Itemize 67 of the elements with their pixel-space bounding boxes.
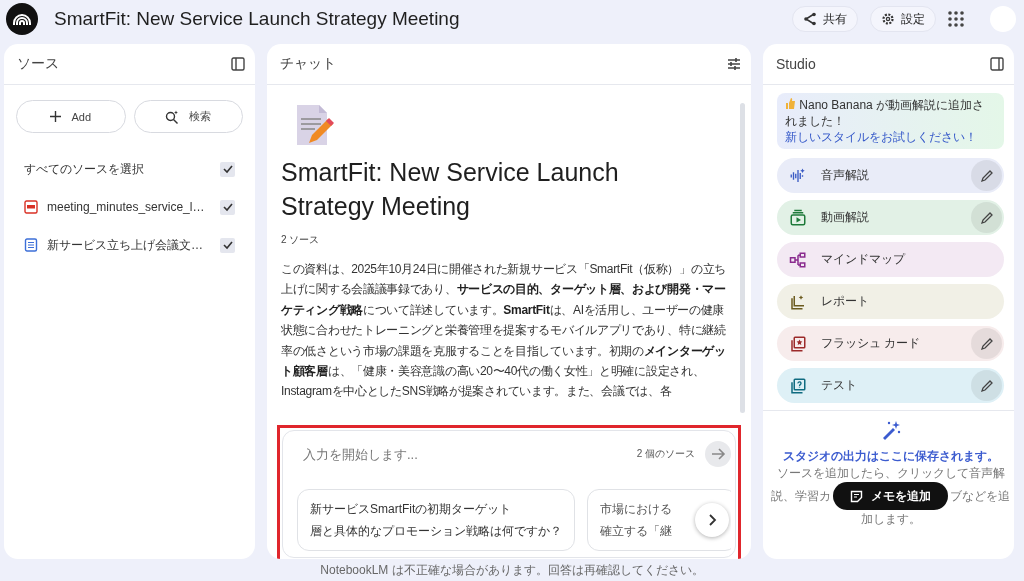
suggested-question[interactable]: 新サービスSmartFitの初期ターゲット 層と具体的なプロモーション戦略は何ですか？ <box>297 489 575 551</box>
summary-paragraph: この資料は、2025年10月24日に開催された新規サービス「SmartFit（仮称）」の立ち上げに関する会議議事録であり、サービスの目的、ターゲット層、および開発・マーケティング戦略について詳述しています。SmartFitは、AIを活用し、ユーザーの健康状態に合わせたトレーニングと栄養管理を提案するモバイルアプリであり、特に継続率の低さという市場の課題を克服することを目指しています。初期のメインターゲット顧客層は、「健康・美容意識の高い20〜40代の働く女性」と明確に設定され、Instagramを中心としたSNS戦略が提案されています。また、会議では、各 <box>281 261 727 401</box>
video-icon <box>789 208 807 227</box>
scrollbar-thumb[interactable] <box>740 103 745 413</box>
empty-state-text: 説、学習カ <box>771 489 831 504</box>
select-all-label: すべてのソースを選択 <box>24 160 145 178</box>
document-title: SmartFit: New Service Launch Strategy Meeting <box>281 157 620 222</box>
document-icon <box>24 238 38 252</box>
panel-title: チャット <box>280 55 336 73</box>
search-icon <box>165 109 180 124</box>
tune-icon[interactable] <box>727 57 741 71</box>
add-source-button[interactable]: Add <box>16 100 126 133</box>
add-note-button[interactable]: メモを追加 <box>833 482 948 510</box>
pencil-icon <box>979 210 994 225</box>
pdf-icon <box>24 200 38 214</box>
share-button[interactable]: 共有 <box>792 6 858 32</box>
studio-tool[interactable]: フラッシュ カード <box>777 326 1004 361</box>
studio-tool[interactable]: テスト <box>777 368 1004 403</box>
panel-title: ソース <box>17 55 59 73</box>
chat-input-field[interactable]: 入力を開始します... <box>297 442 627 466</box>
search-sources-button[interactable]: 検索 <box>133 100 243 133</box>
note-icon <box>850 489 863 503</box>
share-icon <box>803 12 817 26</box>
studio-tool[interactable]: 音声解説 <box>777 158 1004 193</box>
source-name[interactable]: 新サービス立ち上げ会議文… <box>47 236 211 254</box>
try-styles-link[interactable]: 新しいスタイルをお試しください！ <box>785 130 977 144</box>
chevron-right-icon <box>706 514 718 526</box>
pencil-icon <box>979 168 994 183</box>
disclaimer-text: NotebookLM は不正確な場合があります。回答は再確認してください。 <box>319 563 705 577</box>
announcement-banner: Nano Banana が動画解説に追加されました！ 新しいスタイルをお試しください！ <box>777 93 1004 149</box>
send-button[interactable] <box>705 441 731 467</box>
edit-button[interactable] <box>971 202 1002 233</box>
empty-state-text: 加します。 <box>860 512 921 527</box>
empty-state-text: ブなどを追 <box>950 489 1010 505</box>
studio-tool[interactable]: マインドマップ <box>777 242 1004 277</box>
edit-button[interactable] <box>971 160 1002 191</box>
pencil-icon <box>979 378 994 393</box>
waveform-icon <box>789 166 807 185</box>
plus-icon <box>50 111 62 122</box>
panel-title: Studio <box>776 56 816 72</box>
arrow-right-icon <box>710 446 726 462</box>
checkbox[interactable] <box>220 199 235 215</box>
settings-button[interactable]: 設定 <box>870 6 936 32</box>
logo-icon[interactable] <box>6 3 38 35</box>
source-count: 2 ソース <box>281 233 321 247</box>
edit-button[interactable] <box>971 370 1002 401</box>
pencil-icon <box>979 336 994 351</box>
edit-button[interactable] <box>971 328 1002 359</box>
flashcard-icon <box>789 334 807 353</box>
studio-tool[interactable]: 動画解説 <box>777 200 1004 235</box>
checkbox[interactable] <box>220 237 235 253</box>
settings-icon <box>881 12 895 26</box>
sidebar-toggle-icon[interactable] <box>231 57 245 71</box>
mind-map-icon <box>789 250 807 269</box>
sidebar-toggle-icon[interactable] <box>990 57 1004 71</box>
memo-icon <box>295 105 335 147</box>
thumbs-up-icon <box>785 98 796 109</box>
quiz-icon <box>789 376 807 395</box>
suggested-question[interactable]: 市場における 確立する「継 <box>587 489 731 551</box>
studio-tool[interactable]: レポート <box>777 284 1004 319</box>
source-name[interactable]: meeting_minutes_service_l… <box>47 200 211 214</box>
notebook-title: SmartFit: New Service Launch Strategy Meeting <box>54 8 461 30</box>
apps-icon[interactable] <box>948 11 964 27</box>
empty-state-text: ソースを追加したら、クリックして音声解 <box>776 466 1005 481</box>
checkbox[interactable] <box>220 161 235 177</box>
selected-source-count: 2 個のソース <box>636 447 695 461</box>
empty-state-title: スタジオの出力はここに保存されます。 <box>781 449 1000 464</box>
